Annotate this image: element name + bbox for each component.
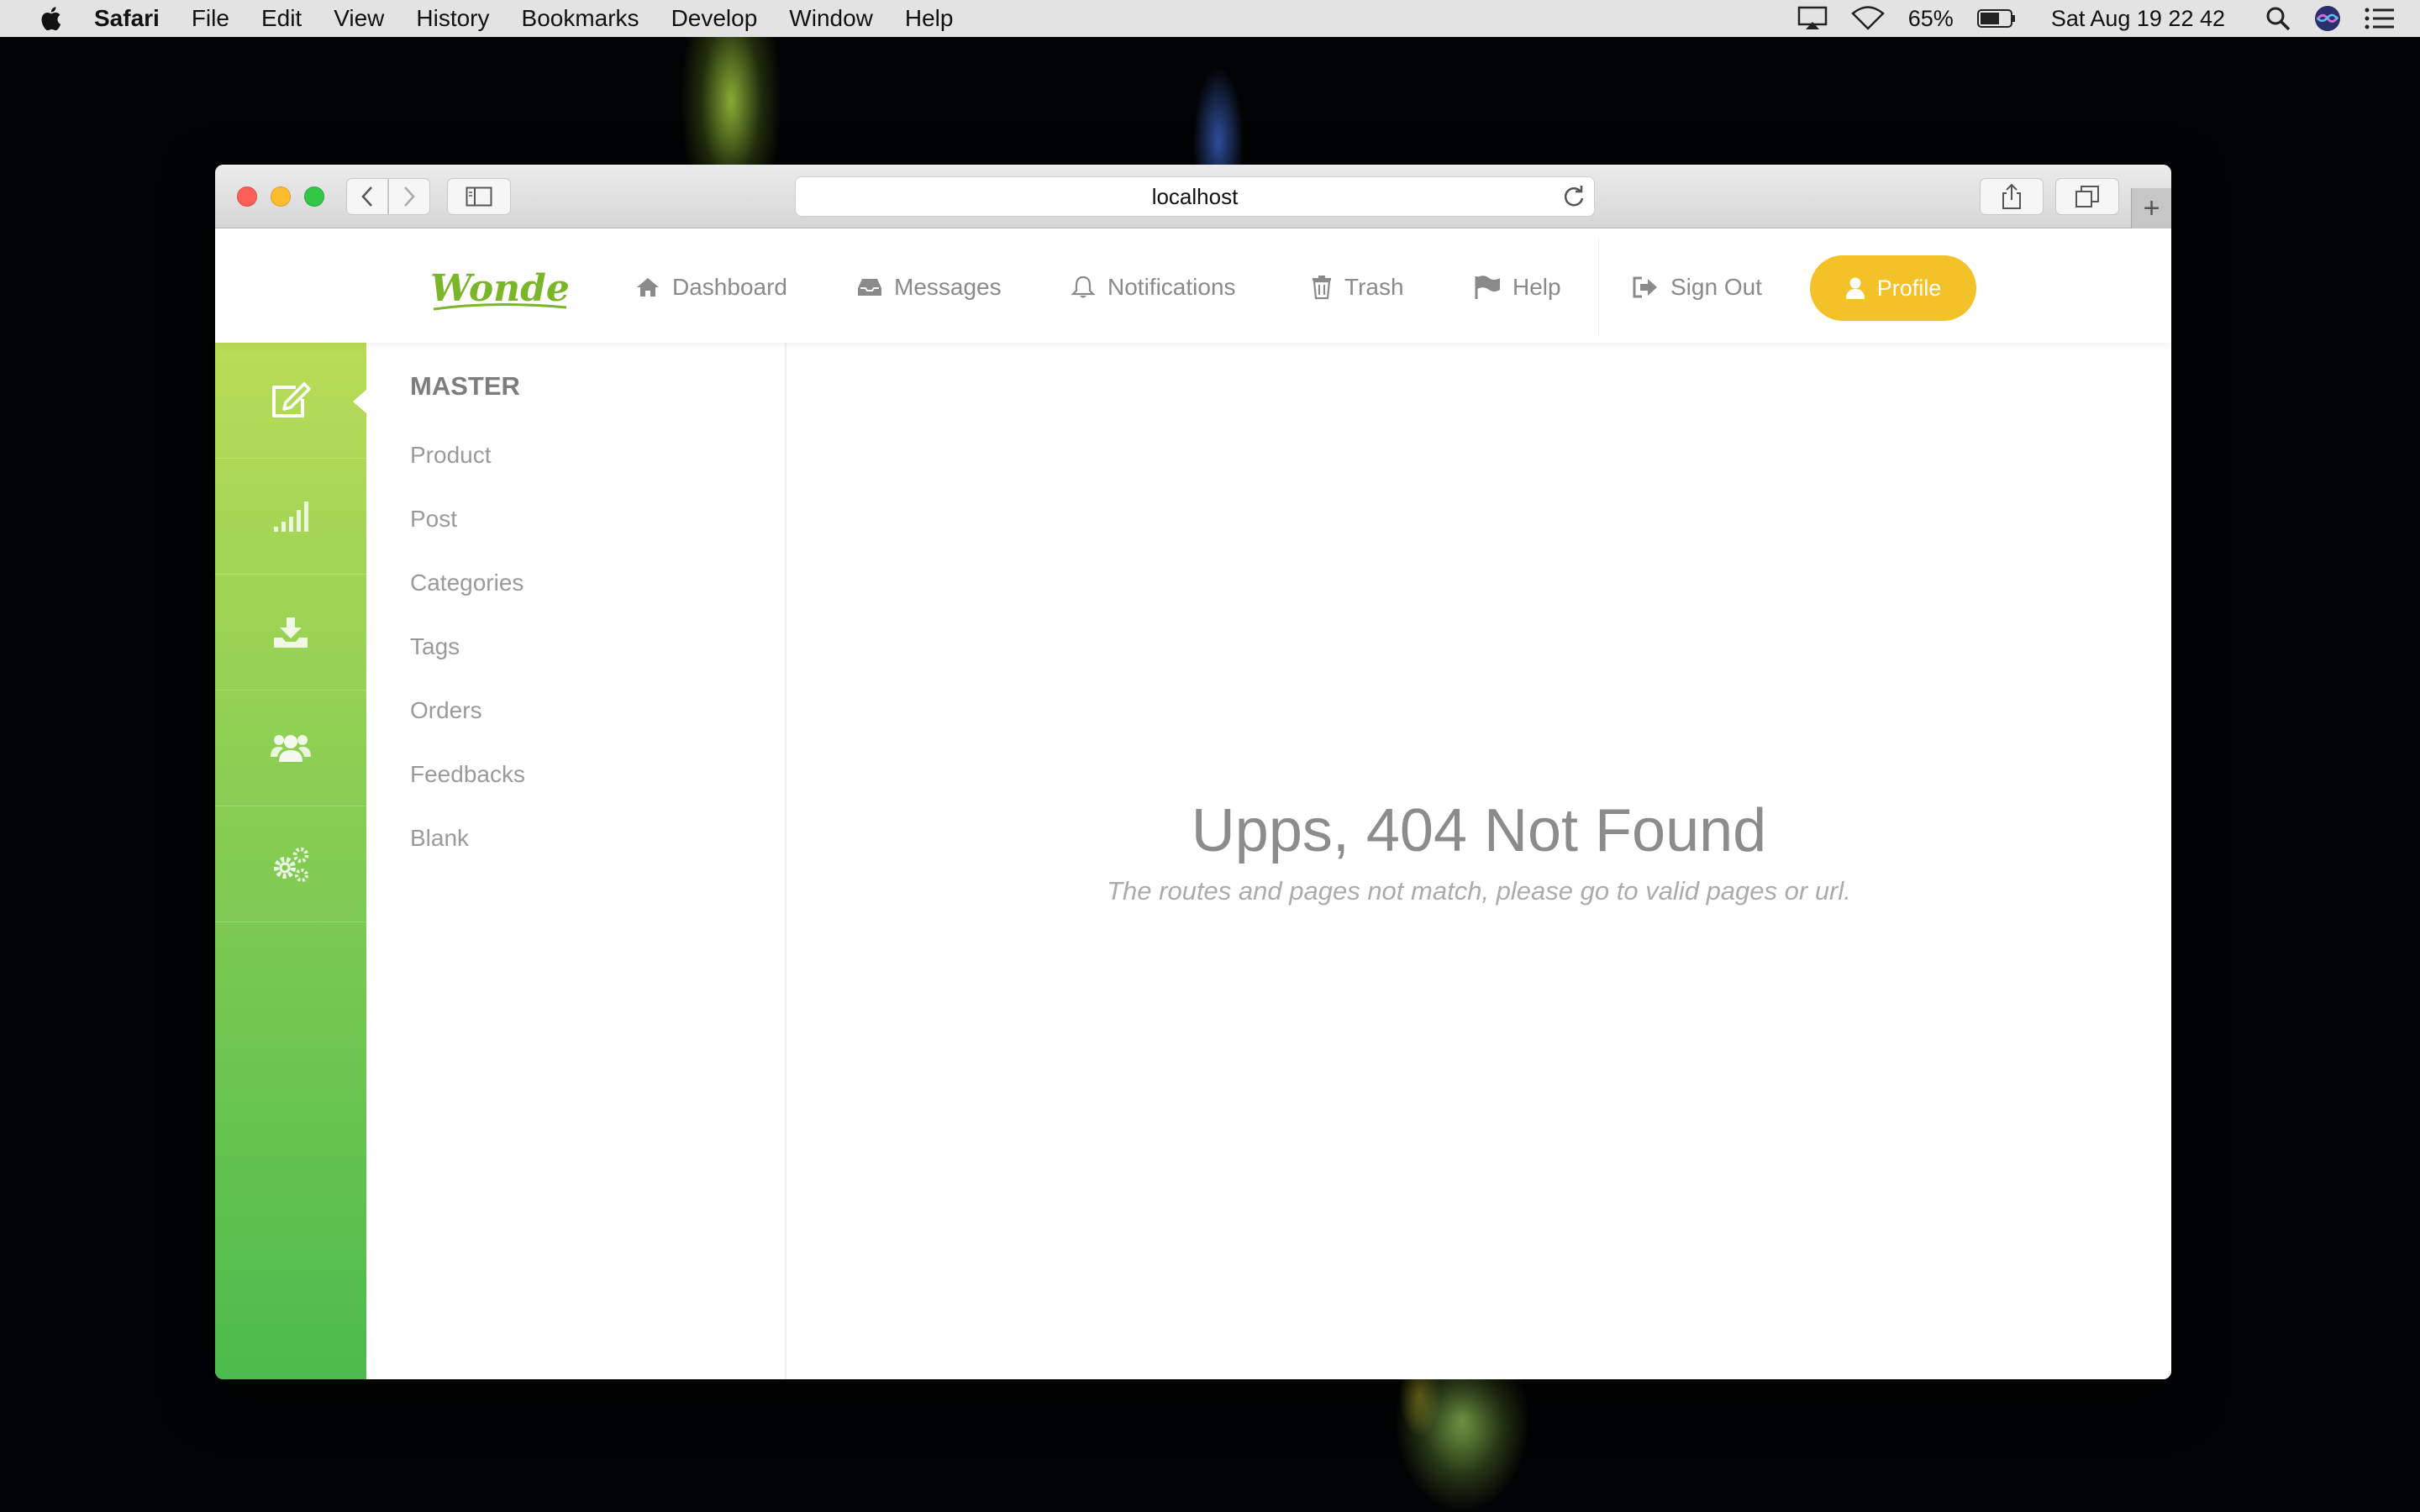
menu-bar: Safari File Edit View History Bookmarks … — [0, 0, 2420, 37]
menu-edit[interactable]: Edit — [261, 5, 302, 32]
submenu-item-product[interactable]: Product — [410, 442, 492, 469]
nav-divider — [1598, 239, 1599, 336]
users-icon — [271, 734, 311, 762]
edit-icon — [272, 381, 311, 417]
menu-app-name[interactable]: Safari — [94, 5, 160, 32]
download-icon — [274, 617, 308, 648]
sign-out-icon — [1633, 276, 1657, 298]
nav-notifications-label: Notifications — [1107, 274, 1236, 300]
menu-help[interactable]: Help — [905, 5, 954, 32]
chevron-left-icon — [361, 186, 372, 207]
submenu-heading: MASTER — [410, 371, 520, 401]
nav-notifications[interactable]: Notifications — [1071, 264, 1236, 311]
share-button[interactable] — [1980, 178, 2044, 215]
browser-toolbar: localhost + — [215, 165, 2171, 228]
profile-button-label: Profile — [1876, 275, 1942, 301]
nav-dashboard[interactable]: Dashboard — [635, 264, 787, 311]
siri-icon[interactable] — [2314, 5, 2341, 32]
spotlight-search-icon[interactable] — [2265, 6, 2291, 31]
nav-trash-label: Trash — [1344, 274, 1404, 300]
minimize-window-button[interactable] — [271, 186, 291, 207]
error-subtitle: The routes and pages not match, please g… — [1107, 876, 1851, 906]
rail-item-users[interactable] — [215, 690, 366, 806]
browser-window: localhost + Wonderful Dashboard — [215, 165, 2171, 1379]
signal-bars-icon — [274, 501, 308, 532]
share-icon — [2002, 183, 2021, 209]
submenu-item-categories[interactable]: Categories — [410, 570, 523, 596]
forward-button[interactable] — [388, 178, 430, 215]
airplay-icon[interactable] — [1797, 6, 1828, 31]
nav-dashboard-label: Dashboard — [672, 274, 787, 300]
url-text: localhost — [1151, 183, 1239, 209]
rail-item-statistics[interactable] — [215, 459, 366, 575]
battery-icon[interactable] — [1976, 8, 2016, 29]
profile-button[interactable]: Profile — [1810, 255, 1976, 321]
sidebar-toggle-button[interactable] — [447, 178, 511, 215]
nav-help[interactable]: Help — [1474, 264, 1561, 311]
home-icon — [637, 278, 659, 297]
nav-sign-out[interactable]: Sign Out — [1632, 264, 1762, 311]
nav-sign-out-label: Sign Out — [1670, 274, 1762, 300]
reload-icon[interactable] — [1562, 184, 1586, 215]
tabs-overview-button[interactable] — [2055, 178, 2119, 215]
menu-bookmarks[interactable]: Bookmarks — [522, 5, 639, 32]
flag-icon — [1475, 276, 1500, 299]
rail-item-downloads[interactable] — [215, 575, 366, 690]
top-navigation: Wonderful Dashboard Messages Notificatio… — [215, 228, 2171, 343]
apple-menu-icon[interactable] — [32, 0, 69, 37]
tabs-icon — [2075, 186, 2099, 207]
submenu-item-post[interactable]: Post — [410, 506, 457, 533]
nav-trash[interactable]: Trash — [1311, 264, 1404, 311]
wifi-icon[interactable] — [1850, 6, 1885, 31]
sidebar-icon — [466, 186, 492, 207]
nav-messages-label: Messages — [894, 274, 1002, 300]
menu-history[interactable]: History — [416, 5, 489, 32]
clock[interactable]: Sat Aug 19 22 42 — [2051, 6, 2225, 32]
battery-percent[interactable]: 65% — [1908, 6, 1954, 32]
nav-messages[interactable]: Messages — [857, 264, 1002, 311]
submenu-item-blank[interactable]: Blank — [410, 825, 469, 852]
master-submenu: MASTER Product Post Categories Tags Orde… — [366, 343, 786, 1379]
wonderful-logo[interactable]: Wonderful — [427, 260, 646, 319]
menu-develop[interactable]: Develop — [671, 5, 758, 32]
menu-window[interactable]: Window — [789, 5, 873, 32]
submenu-item-tags[interactable]: Tags — [410, 633, 460, 660]
nav-help-label: Help — [1512, 274, 1561, 300]
bell-icon — [1071, 276, 1096, 298]
zoom-window-button[interactable] — [304, 186, 324, 207]
web-page: Wonderful Dashboard Messages Notificatio… — [215, 228, 2171, 1379]
inbox-icon — [858, 279, 881, 296]
submenu-item-orders[interactable]: Orders — [410, 697, 482, 724]
icon-rail — [215, 343, 366, 1379]
menu-file[interactable]: File — [192, 5, 229, 32]
gears-icon — [274, 847, 309, 882]
menu-view[interactable]: View — [334, 5, 384, 32]
rail-item-settings[interactable] — [215, 806, 366, 922]
trash-icon — [1313, 276, 1331, 300]
new-tab-button[interactable]: + — [2131, 188, 2171, 228]
user-icon — [1845, 277, 1865, 299]
error-title: Upps, 404 Not Found — [1191, 797, 1767, 864]
chevron-right-icon — [404, 186, 415, 207]
rail-item-editor[interactable] — [215, 343, 366, 459]
notification-center-icon[interactable] — [2365, 7, 2395, 30]
main-content: Upps, 404 Not Found The routes and pages… — [786, 343, 2171, 1379]
back-button[interactable] — [346, 178, 388, 215]
close-window-button[interactable] — [237, 186, 257, 207]
submenu-item-feedbacks[interactable]: Feedbacks — [410, 761, 525, 788]
address-bar[interactable]: localhost — [795, 176, 1595, 217]
